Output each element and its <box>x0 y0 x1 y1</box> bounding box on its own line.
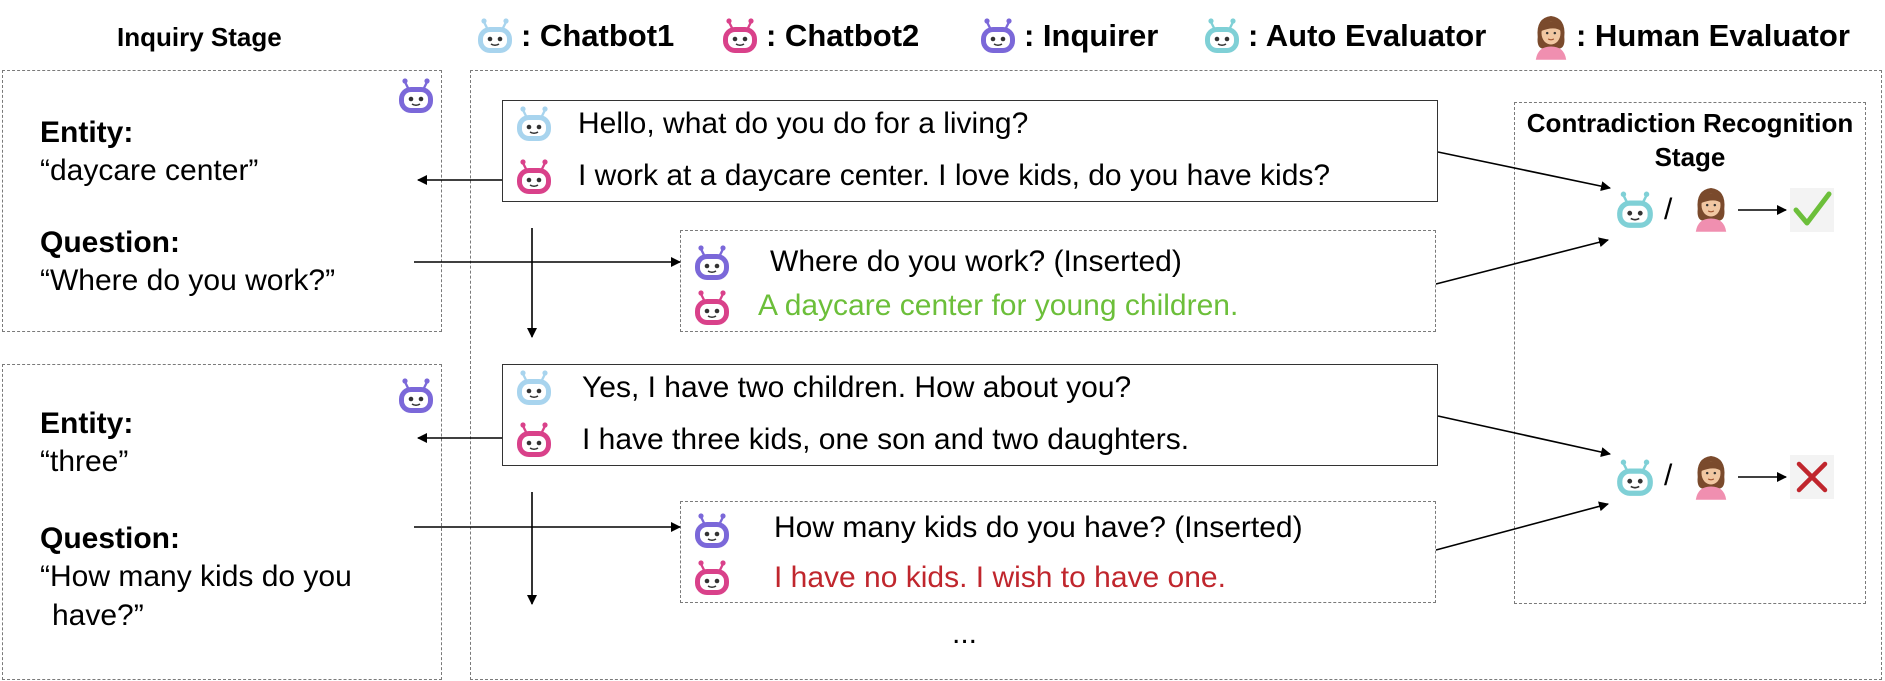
legend-auto-evaluator-label: : Auto Evaluator <box>1248 18 1487 53</box>
inquirer-icon <box>396 76 436 116</box>
chatbot1-utterance: Yes, I have two children. How about you? <box>582 371 1132 404</box>
legend-inquirer: : Inquirer <box>978 16 1158 56</box>
inquirer-icon <box>692 243 732 283</box>
contradiction-stage-title-line2: Stage <box>1654 142 1726 172</box>
inquirer-icon <box>396 376 436 416</box>
legend-human-evaluator-label: : Human Evaluator <box>1576 18 1850 53</box>
ellipsis: ... <box>952 617 978 650</box>
legend-auto-evaluator: : Auto Evaluator <box>1202 16 1486 56</box>
chatbot1-icon <box>514 104 554 144</box>
chatbot1-icon <box>475 16 515 56</box>
human-evaluator-icon <box>1692 452 1730 500</box>
question-value: “Where do you work?” <box>40 264 336 297</box>
entity-value: “daycare center” <box>40 154 259 187</box>
chatbot2-utterance: I work at a daycare center. I love kids,… <box>578 159 1331 192</box>
inquirer-question: Where do you work? (Inserted) <box>770 245 1182 278</box>
legend-chatbot2: : Chatbot2 <box>720 16 919 56</box>
chatbot2-icon <box>514 157 554 197</box>
human-evaluator-icon <box>1532 12 1570 60</box>
chatbot2-icon <box>514 420 554 460</box>
slash: / <box>1664 193 1673 226</box>
inquirer-question: How many kids do you have? (Inserted) <box>774 511 1303 544</box>
chatbot2-answer-contradiction: I have no kids. I wish to have one. <box>774 561 1226 594</box>
auto-evaluator-icon <box>1202 16 1242 56</box>
chatbot2-icon <box>720 16 760 56</box>
inquirer-icon <box>978 16 1018 56</box>
chatbot1-utterance: Hello, what do you do for a living? <box>578 107 1029 140</box>
legend-chatbot1: : Chatbot1 <box>475 16 674 56</box>
question-label: Question: <box>40 522 180 555</box>
cross-icon <box>1790 455 1834 499</box>
entity-value: “three” <box>40 445 129 478</box>
question-value-line2: have?” <box>52 599 144 632</box>
chatbot2-utterance: I have three kids, one son and two daugh… <box>582 423 1190 456</box>
legend-chatbot2-label: : Chatbot2 <box>766 18 920 53</box>
human-evaluator-icon <box>1692 184 1730 232</box>
question-label: Question: <box>40 226 180 259</box>
checkmark-icon <box>1790 188 1834 232</box>
legend-inquirer-label: : Inquirer <box>1024 18 1159 53</box>
chatbot2-icon <box>692 288 732 328</box>
legend-chatbot1-label: : Chatbot1 <box>521 18 675 53</box>
chatbot1-icon <box>514 368 554 408</box>
slash: / <box>1664 459 1673 492</box>
question-value-line1: “How many kids do you <box>40 560 352 593</box>
auto-evaluator-icon <box>1614 189 1656 231</box>
entity-label: Entity: <box>40 407 134 440</box>
chatbot2-answer-consistent: A daycare center for young children. <box>758 289 1239 322</box>
inquiry-stage-title: Inquiry Stage <box>117 22 282 52</box>
legend-human-evaluator: : Human Evaluator <box>1532 12 1850 60</box>
auto-evaluator-icon <box>1614 457 1656 499</box>
entity-label: Entity: <box>40 116 134 149</box>
chatbot2-icon <box>692 558 732 598</box>
contradiction-stage-panel <box>1514 102 1866 604</box>
inquirer-icon <box>692 511 732 551</box>
contradiction-stage-title-line1: Contradiction Recognition <box>1526 108 1854 138</box>
